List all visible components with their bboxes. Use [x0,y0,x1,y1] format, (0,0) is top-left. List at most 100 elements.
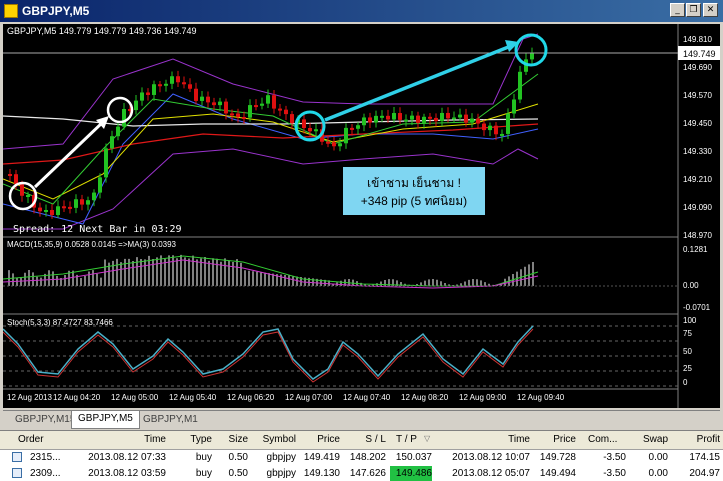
cell-price: 149.419 [303,452,340,463]
candle [122,103,126,130]
cell-open-time: 2013.08.12 03:59 [88,468,166,479]
col-profit[interactable]: Profit [684,431,720,449]
candle [194,82,198,105]
col-sl[interactable]: S / L [350,431,386,449]
col-swap[interactable]: Swap [640,431,668,449]
time-axis-label: 12 Aug 05:00 [111,393,159,402]
time-axis-label: 12 Aug 2013 [7,393,52,402]
time-axis-label: 12 Aug 09:00 [459,393,507,402]
chart-header: GBPJPY,M5 149.779 149.779 149.736 149.74… [7,26,197,36]
col-order[interactable]: Order [18,431,44,449]
candle [530,47,534,64]
candle [116,120,120,141]
cell-open-time: 2013.08.12 07:33 [88,452,166,463]
candle [278,104,282,117]
time-axis-label: 12 Aug 08:20 [401,393,449,402]
candle [38,202,42,217]
table-row[interactable]: 2309... 2013.08.12 03:59 buy 0.50 gbpjpy… [0,466,723,481]
candle [152,80,156,101]
candle [98,173,102,199]
trend-arrow-2 [324,44,512,122]
candle [254,99,258,111]
candle [164,79,168,92]
candle [494,121,498,141]
spread-text: Spread: 12 Next Bar in 03:29 [13,224,182,235]
candle [380,110,384,123]
time-axis-label: 12 Aug 06:20 [227,393,275,402]
sort-arrow-icon: ▽ [424,434,431,443]
candle [62,200,66,213]
stoch-axis-label: 50 [683,347,692,356]
price-chart[interactable]: 149.749 GBPJPY,M5 149.779 149.779 149.73… [2,24,720,408]
cell-sl: 147.626 [349,468,386,479]
candle [110,130,114,154]
candle [452,111,456,124]
cell-close-time: 2013.08.12 05:07 [452,468,530,479]
trade-icon [12,452,22,462]
cell-close-time: 2013.08.12 10:07 [452,452,530,463]
candle [356,122,360,135]
col-symbol[interactable]: Symbol [256,431,296,449]
stoch-axis-label: 100 [683,316,697,325]
col-commission[interactable]: Com... [588,431,617,449]
col-size[interactable]: Size [220,431,248,449]
candle [422,113,426,129]
cell-size: 0.50 [228,468,248,479]
candle [218,97,222,112]
table-row[interactable]: 2315... 2013.08.12 07:33 buy 0.50 gbpjpy… [0,450,723,465]
col-price[interactable]: Price [308,431,340,449]
chart-area[interactable]: 149.749 GBPJPY,M5 149.779 149.779 149.73… [2,24,720,408]
candle [74,194,78,214]
tab-gbpjpy-m1[interactable]: GBPJPY,M1 [137,412,204,428]
col-close-price[interactable]: Price [546,431,576,449]
candle [92,189,96,207]
candle [206,91,210,108]
candle [8,169,12,182]
candle [314,123,318,136]
trade-icon [12,468,22,478]
close-button[interactable]: ✕ [703,3,718,17]
col-close-time[interactable]: Time [500,431,530,449]
cell-price: 149.130 [303,468,340,479]
price-axis-label: 149.810 [683,35,712,44]
macd-axis-label: -0.0701 [683,303,711,312]
terminal-header: Order Time Type Size Symbol Price S / L … [0,431,723,450]
tab-gbpjpy-m5[interactable]: GBPJPY,M5 [71,411,140,429]
minimize-button[interactable]: _ [670,3,685,17]
annotation-line-2: +348 pip (5 ทศนิยม) [361,194,467,208]
stoch-axis-label: 75 [683,329,692,338]
candle [158,81,162,93]
candle [80,194,84,211]
candle [260,97,264,110]
col-time[interactable]: Time [130,431,166,449]
candle [392,107,396,123]
candle [362,113,366,132]
candle [332,136,336,151]
candle [182,76,186,89]
chart-tabs: GBPJPY,M15 GBPJPY,M5 GBPJPY,M1 [3,410,720,430]
candle [68,201,72,214]
stoch-axis-label: 25 [683,364,692,373]
cell-sl: 148.202 [349,452,386,463]
cell-type: buy [195,452,212,463]
time-axis-label: 12 Aug 07:00 [285,393,333,402]
cell-swap: 0.00 [648,468,668,479]
candle [170,71,174,90]
candle [134,95,138,115]
candle [488,122,492,137]
price-axis-label: 148.970 [683,231,712,240]
candle [56,200,60,219]
col-type[interactable]: Type [180,431,212,449]
upper-band-line [2,33,539,150]
col-tp[interactable]: T / P [396,431,417,449]
candle [284,105,288,121]
candle [518,65,522,104]
candle [104,143,108,183]
restore-button[interactable]: ❐ [686,3,701,17]
candle [176,70,180,88]
time-axis-label: 12 Aug 05:40 [169,393,217,402]
price-axis-label: 149.690 [683,63,712,72]
candle [458,108,462,121]
window-title: GBPJPY,M5 [22,4,90,18]
time-axis-label: 12 Aug 09:40 [517,393,565,402]
